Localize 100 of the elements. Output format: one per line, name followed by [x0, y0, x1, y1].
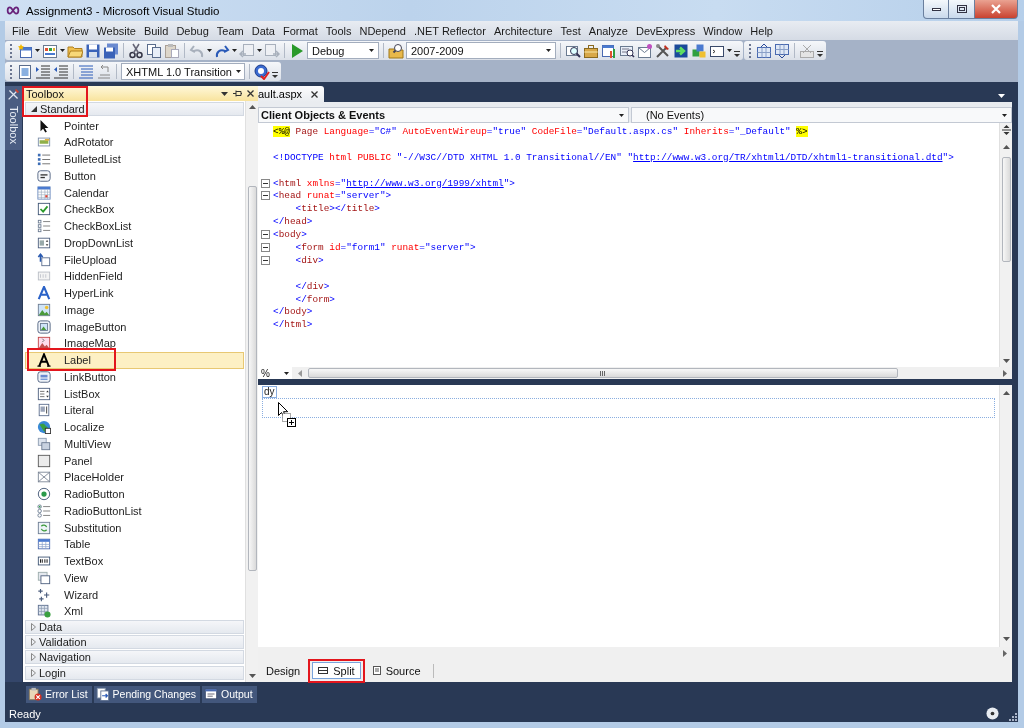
scroll-thumb[interactable]: [308, 368, 898, 378]
collapse-icon[interactable]: [261, 191, 270, 201]
menu-item[interactable]: File: [8, 22, 34, 39]
overflow-icon[interactable]: [817, 51, 823, 57]
toolbox-item[interactable]: Button: [25, 167, 244, 185]
toolbox-item[interactable]: CheckBoxList: [25, 217, 244, 235]
window-blocks-icon[interactable]: [42, 42, 58, 59]
resize-grip-icon[interactable]: [1009, 713, 1017, 721]
toolbox-item[interactable]: HyperLink: [25, 284, 244, 302]
toolbox-item[interactable]: DropDownList: [25, 234, 244, 252]
play-icon[interactable]: [289, 42, 305, 59]
stacked-squares-icon[interactable]: [691, 42, 707, 59]
find-combo[interactable]: 2007-2009: [406, 42, 556, 59]
caret-icon[interactable]: [232, 49, 237, 52]
grid-arrow-icon[interactable]: [774, 42, 790, 59]
scroll-up-icon[interactable]: [1002, 391, 1010, 396]
collapse-icon[interactable]: [261, 242, 270, 252]
close-button[interactable]: [975, 0, 1018, 19]
outdent-icon[interactable]: [53, 63, 69, 80]
toolbox-item[interactable]: Table: [25, 536, 244, 553]
close-icon[interactable]: [311, 90, 319, 98]
toolbox-item[interactable]: TextBox: [25, 552, 244, 570]
toolbox-item[interactable]: LinkButton: [25, 368, 244, 386]
globe-check-icon[interactable]: [254, 63, 270, 80]
toolbox-item[interactable]: Panel: [25, 452, 244, 470]
toolbox-item[interactable]: Xml: [25, 603, 244, 620]
folder-magnifier-icon[interactable]: [388, 42, 404, 59]
toolbox-item[interactable]: Image: [25, 301, 244, 319]
menu-item[interactable]: Window: [699, 22, 747, 39]
menu-item[interactable]: DevExpress: [631, 22, 700, 39]
objects-combo[interactable]: Client Objects & Events: [258, 107, 629, 123]
tool-window-tab[interactable]: Pending Changes: [93, 685, 201, 703]
window-star-icon[interactable]: [17, 42, 33, 59]
toolbox-item[interactable]: HiddenField: [25, 268, 244, 285]
dropdown-caret-icon[interactable]: [221, 91, 228, 96]
menu-item[interactable]: Team: [212, 22, 248, 39]
menu-item[interactable]: View: [60, 22, 93, 39]
group-header[interactable]: Validation: [25, 635, 244, 650]
toolbox-item[interactable]: Literal: [25, 402, 244, 419]
menu-item[interactable]: Data: [247, 22, 279, 39]
toolbox-side-tab[interactable]: Toolbox: [5, 86, 22, 150]
menu-item[interactable]: Debug: [172, 22, 213, 39]
toolbox-item[interactable]: View: [25, 569, 244, 587]
toolbox-item[interactable]: RadioButton: [25, 485, 244, 503]
tool-window-tab[interactable]: Error List: [26, 685, 92, 703]
scroll-down-icon[interactable]: [1002, 636, 1010, 641]
group-header[interactable]: Standard: [25, 102, 244, 116]
toolbox-item[interactable]: Wizard: [25, 586, 244, 604]
scroll-down-icon[interactable]: [248, 674, 256, 678]
arrow-box-icon[interactable]: [673, 42, 689, 59]
close-icon[interactable]: [247, 90, 254, 97]
crossed-tools-icon[interactable]: [655, 42, 671, 59]
tool-window-tab[interactable]: Output: [202, 685, 257, 703]
document-tab[interactable]: ault.aspx: [258, 86, 325, 102]
menu-item[interactable]: .NET Reflector: [409, 22, 490, 39]
view-tab[interactable]: Design: [260, 662, 307, 679]
toolbox-item[interactable]: PlaceHolder: [25, 469, 244, 486]
copy-icon[interactable]: [146, 42, 162, 59]
toolbox-item[interactable]: ImageButton: [25, 318, 244, 336]
overflow-icon[interactable]: [734, 51, 740, 57]
document-icon[interactable]: [17, 63, 33, 80]
toolbox-item[interactable]: Substitution: [25, 519, 244, 537]
clipboard-icon[interactable]: [164, 42, 180, 59]
group-header[interactable]: Login: [25, 665, 244, 680]
caret-icon[interactable]: [257, 49, 262, 52]
events-combo[interactable]: (No Events): [631, 107, 1012, 123]
toolbox-item[interactable]: Calendar: [25, 184, 244, 202]
toolbox-item[interactable]: Label: [25, 351, 244, 369]
toolbox-item[interactable]: ListBox: [25, 385, 244, 403]
menu-item[interactable]: Test: [556, 22, 585, 39]
scroll-right-icon[interactable]: [1003, 649, 1007, 657]
scroll-right-icon[interactable]: [1003, 369, 1007, 377]
menu-item[interactable]: Website: [92, 22, 140, 39]
menu-item[interactable]: Analyze: [584, 22, 632, 39]
caret-icon[interactable]: [727, 49, 732, 52]
menu-item[interactable]: Help: [746, 22, 777, 39]
dropdown-caret-icon[interactable]: [998, 94, 1005, 98]
menu-item[interactable]: Format: [278, 22, 322, 39]
toolbox-item[interactable]: ImageMap: [25, 335, 244, 352]
group-header[interactable]: Navigation: [25, 650, 244, 665]
maximize-button[interactable]: [949, 0, 975, 19]
view-tab[interactable]: Source: [366, 662, 427, 679]
menu-item[interactable]: Build: [139, 22, 173, 39]
toolbox-item[interactable]: BulletedList: [25, 150, 244, 168]
menu-item[interactable]: Tools: [321, 22, 356, 39]
caret-icon[interactable]: [60, 49, 65, 52]
group-header[interactable]: Data: [25, 619, 244, 634]
menu-item[interactable]: NDepend: [355, 22, 410, 39]
collapse-icon[interactable]: [261, 178, 270, 188]
collapse-icon[interactable]: [261, 230, 270, 240]
scroll-down-icon[interactable]: [1002, 359, 1010, 363]
code-link[interactable]: http://www.w3.org/1999/xhtml: [346, 177, 504, 189]
element-tag[interactable]: dy: [262, 386, 277, 398]
briefcase-icon[interactable]: [583, 42, 599, 59]
toolbox-item[interactable]: MultiView: [25, 435, 244, 453]
disc-icon[interactable]: [986, 707, 999, 720]
schema-combo[interactable]: XHTML 1.0 Transition: [121, 63, 245, 80]
floppy-disks-icon[interactable]: [103, 42, 119, 59]
scroll-up-icon[interactable]: [1002, 144, 1010, 149]
scroll-up-icon[interactable]: [248, 105, 256, 109]
